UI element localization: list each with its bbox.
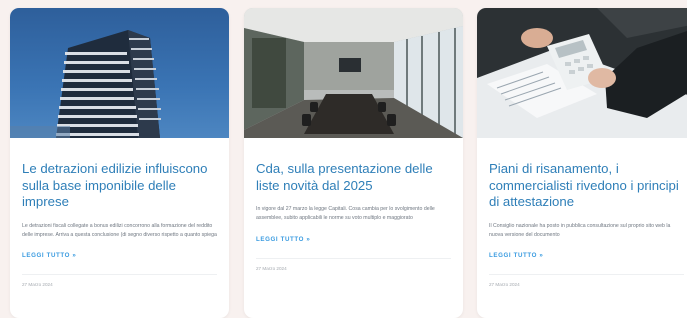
read-more-link[interactable]: LEGGI TUTTO » <box>489 252 543 259</box>
building-photo[interactable] <box>10 8 229 138</box>
read-more-link[interactable]: LEGGI TUTTO » <box>256 236 310 243</box>
article-title[interactable]: Piani di risanamento, i commercialisti r… <box>489 161 684 211</box>
read-more-link[interactable]: LEGGI TUTTO » <box>22 252 76 259</box>
calculator-documents-photo[interactable] <box>477 8 687 138</box>
article-date: 27 Marzo 2024 <box>22 282 53 288</box>
article-title[interactable]: Le detrazioni edilizie influiscono sulla… <box>22 161 217 211</box>
divider <box>22 274 217 276</box>
news-card[interactable]: Le detrazioni edilizie influiscono sulla… <box>10 8 229 318</box>
news-grid: Le detrazioni edilizie influiscono sulla… <box>0 0 687 318</box>
article-excerpt: Il Consiglio nazionale ha posto in pubbl… <box>489 222 671 238</box>
article-date: 27 Marzo 2024 <box>489 282 520 288</box>
divider <box>489 274 684 276</box>
news-card[interactable]: Cda, sulla presentazione delle liste nov… <box>244 8 463 318</box>
article-excerpt: In vigore dal 27 marzo la legge Capitali… <box>256 206 435 222</box>
boardroom-photo[interactable] <box>244 8 463 138</box>
article-date: 27 Marzo 2024 <box>256 265 287 271</box>
news-card[interactable]: Piani di risanamento, i commercialisti r… <box>477 8 687 318</box>
divider <box>256 257 451 259</box>
article-excerpt: Le detrazioni fiscali collegate a bonus … <box>22 222 217 238</box>
article-title[interactable]: Cda, sulla presentazione delle liste nov… <box>256 161 451 194</box>
